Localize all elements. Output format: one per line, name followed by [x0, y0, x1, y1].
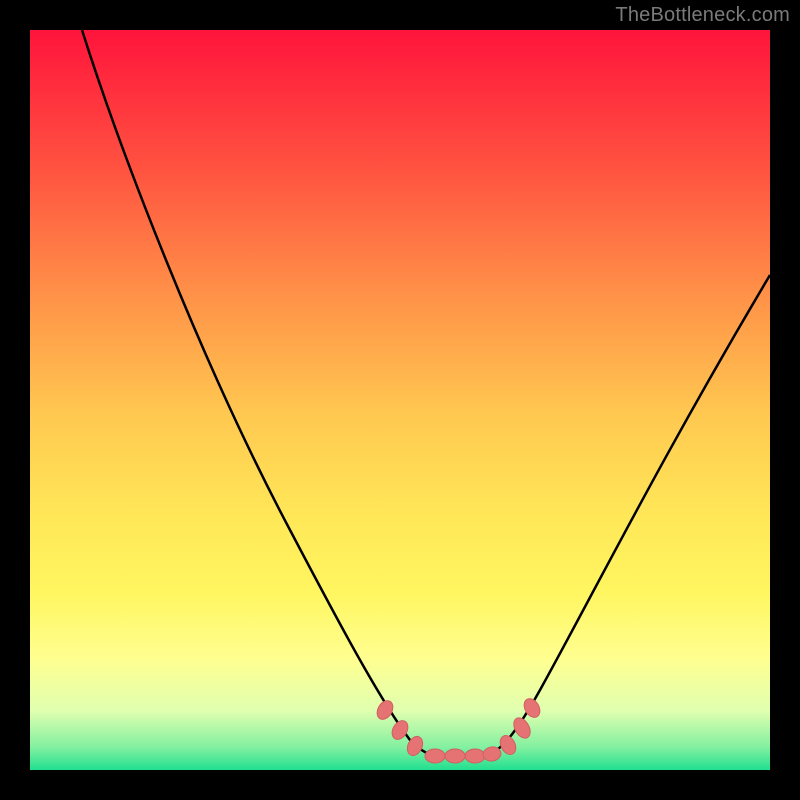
marker-point — [465, 749, 485, 763]
marker-point — [425, 749, 445, 763]
left-curve — [82, 30, 440, 756]
marker-point — [510, 715, 533, 741]
marker-point — [445, 749, 465, 763]
marker-layer — [374, 696, 543, 763]
watermark-text: TheBottleneck.com — [615, 4, 790, 27]
chart-svg — [30, 30, 770, 770]
chart-frame: TheBottleneck.com — [0, 0, 800, 800]
marker-point — [374, 698, 396, 722]
curve-layer — [82, 30, 770, 756]
right-curve — [485, 275, 770, 756]
